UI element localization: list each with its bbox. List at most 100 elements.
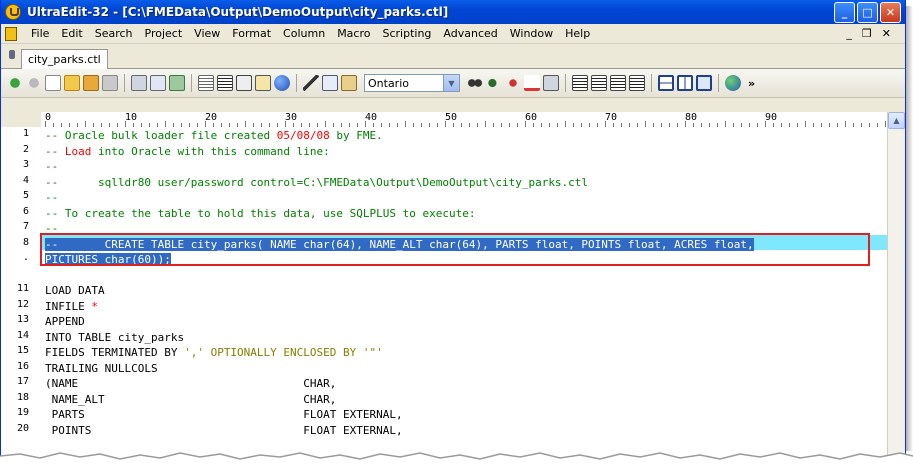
menu-edit[interactable]: Edit <box>55 27 88 40</box>
chevron-down-icon[interactable]: ▼ <box>443 75 459 91</box>
menu-bar: File Edit Search Project View Format Col… <box>1 24 905 44</box>
find-next-icon[interactable] <box>486 75 502 91</box>
code-line[interactable]: APPEND <box>45 314 85 329</box>
hex-icon[interactable] <box>236 75 252 91</box>
text-editor[interactable]: 1 -- Oracle bulk loader file created 05/0… <box>1 127 887 459</box>
forward-icon[interactable] <box>26 75 42 91</box>
close-button[interactable]: ✕ <box>880 1 901 23</box>
code-line[interactable]: FIELDS TERMINATED BY ',' OPTIONALLY ENCL… <box>45 345 383 360</box>
spell-check-icon[interactable] <box>524 75 540 91</box>
code-token: TRAILING NULLCOLS <box>45 361 158 375</box>
globe-icon[interactable] <box>274 75 290 91</box>
print-icon[interactable] <box>131 75 147 91</box>
font-select[interactable]: Ontario ▼ <box>364 74 460 92</box>
code-token: into Oracle with this command line: <box>91 144 330 158</box>
menu-search[interactable]: Search <box>89 27 139 40</box>
web-icon[interactable] <box>725 75 741 91</box>
ruler-label: 30 <box>285 112 298 123</box>
save-all-icon[interactable] <box>102 75 118 91</box>
line-number: 18 <box>16 391 29 403</box>
code-line[interactable]: -- Oracle bulk loader file created 05/08… <box>45 128 383 143</box>
tab-city-parks[interactable]: city_parks.ctl <box>21 49 108 69</box>
code-line[interactable]: PARTS FLOAT EXTERNAL, <box>45 407 403 422</box>
align-left-icon[interactable] <box>572 75 588 91</box>
paste-icon[interactable] <box>341 75 357 91</box>
window-controls: _ □ ✕ <box>834 1 905 23</box>
code-line[interactable]: -- <box>45 159 58 174</box>
mdi-restore-button[interactable]: ❐ <box>862 27 872 40</box>
cut-icon[interactable] <box>303 75 319 91</box>
document-menu-icon[interactable] <box>5 26 17 41</box>
page-icon[interactable] <box>198 75 214 91</box>
pin-icon[interactable] <box>9 50 15 59</box>
find-icon[interactable] <box>467 75 483 91</box>
toolbar-separator <box>565 74 566 92</box>
code-token: -- <box>45 144 65 158</box>
ruler-label: 10 <box>125 112 138 123</box>
print-preview-icon[interactable] <box>150 75 166 91</box>
save-icon[interactable] <box>83 75 99 91</box>
document-icon[interactable] <box>255 75 271 91</box>
line-number: 5 <box>22 190 29 201</box>
align-right-icon[interactable] <box>610 75 626 91</box>
word-wrap-icon[interactable] <box>217 75 233 91</box>
mdi-controls: _ ❐ ✕ <box>846 27 905 40</box>
code-line[interactable]: -- sqlldr80 user/password control=C:\FME… <box>45 175 588 190</box>
line-number: 16 <box>16 360 29 372</box>
ultraedit-app-icon[interactable] <box>5 4 21 20</box>
cascade-icon[interactable] <box>696 75 712 91</box>
menu-help[interactable]: Help <box>559 27 596 40</box>
line-number: 14 <box>16 329 29 341</box>
print-setup-icon[interactable] <box>543 75 559 91</box>
code-line[interactable]: INTO TABLE city_parks <box>45 330 184 345</box>
image-icon[interactable] <box>169 75 185 91</box>
code-line[interactable]: -- To create the table to hold this data… <box>45 206 475 221</box>
code-line[interactable]: -- Load into Oracle with this command li… <box>45 144 330 159</box>
code-line[interactable]: -- <box>45 190 58 205</box>
tab-bar: city_parks.ctl <box>1 44 905 69</box>
scroll-up-button[interactable]: ▲ <box>888 112 905 129</box>
split-horizontal-icon[interactable] <box>658 75 674 91</box>
maximize-button[interactable]: □ <box>857 1 878 23</box>
menu-advanced[interactable]: Advanced <box>437 27 503 40</box>
minimize-button[interactable]: _ <box>834 1 855 23</box>
menu-file[interactable]: File <box>25 27 55 40</box>
justify-icon[interactable] <box>629 75 645 91</box>
line-number: 2 <box>22 143 29 155</box>
new-file-icon[interactable] <box>45 75 61 91</box>
toolbar-separator <box>718 74 719 92</box>
code-token: -- <box>45 160 59 173</box>
toolbar-separator <box>651 74 652 92</box>
code-line[interactable]: (NAME CHAR, <box>45 376 336 391</box>
code-line[interactable]: NAME_ALT CHAR, <box>45 392 337 407</box>
copy-icon[interactable] <box>322 75 338 91</box>
toolbar-separator <box>296 74 297 92</box>
menu-format[interactable]: Format <box>226 27 277 40</box>
mdi-minimize-button[interactable]: _ <box>846 27 852 40</box>
menu-project[interactable]: Project <box>139 27 189 40</box>
menu-macro[interactable]: Macro <box>331 27 376 40</box>
vertical-scrollbar[interactable]: ▲ <box>887 112 905 459</box>
ruler-label: 80 <box>685 112 698 123</box>
menu-window[interactable]: Window <box>504 27 559 40</box>
open-folder-icon[interactable] <box>64 75 80 91</box>
back-icon[interactable] <box>7 75 23 91</box>
code-line[interactable]: LOAD DATA <box>45 283 105 298</box>
title-bar[interactable]: UltraEdit-32 - [C:\FMEData\Output\DemoOu… <box>1 0 905 24</box>
code-token: * <box>91 299 98 313</box>
menu-view[interactable]: View <box>188 27 226 40</box>
code-token: ',' OPTIONALLY ENCLOSED BY '"' <box>184 346 383 359</box>
code-line[interactable]: TRAILING NULLCOLS <box>45 361 158 376</box>
replace-icon[interactable] <box>505 75 521 91</box>
line-number: 13 <box>16 314 29 325</box>
toolbar-overflow-icon[interactable]: » <box>748 77 755 90</box>
split-vertical-icon[interactable] <box>677 75 693 91</box>
code-line[interactable]: INFILE * <box>45 299 98 314</box>
menu-scripting[interactable]: Scripting <box>376 27 437 40</box>
code-line[interactable]: POINTS FLOAT EXTERNAL, <box>45 423 403 438</box>
align-center-icon[interactable] <box>591 75 607 91</box>
column-ruler: 0 10 20 30 40 50 60 70 80 90 <box>41 112 887 128</box>
menu-column[interactable]: Column <box>277 27 331 40</box>
code-token: APPEND <box>45 315 85 328</box>
mdi-close-button[interactable]: ✕ <box>882 27 891 40</box>
